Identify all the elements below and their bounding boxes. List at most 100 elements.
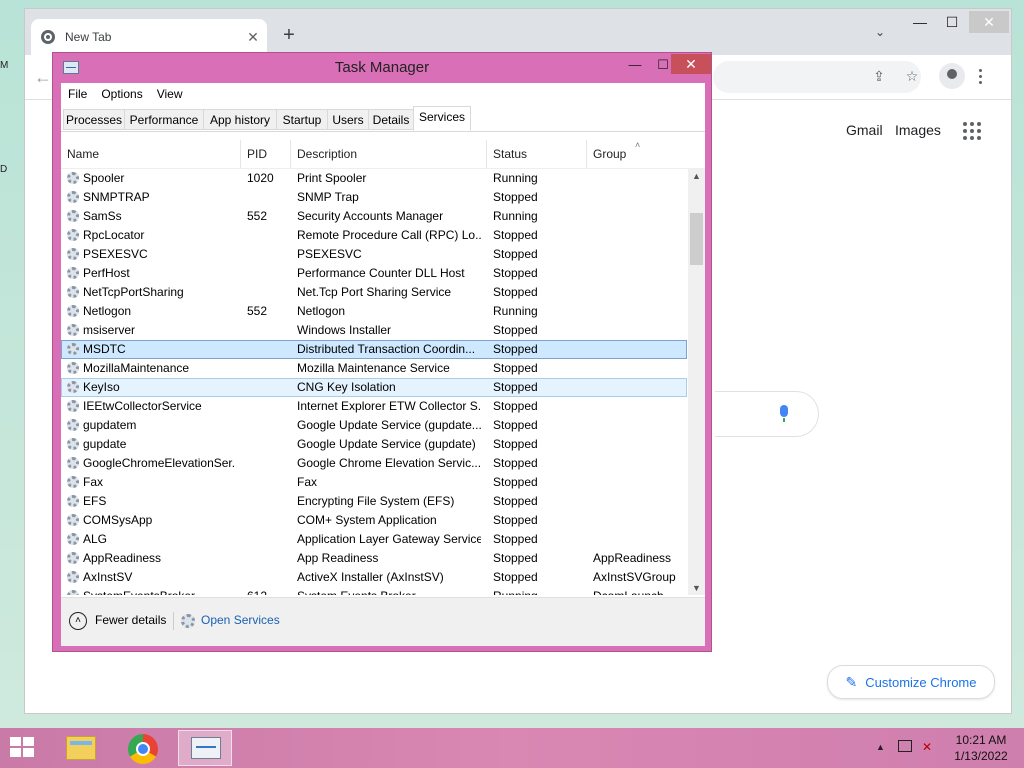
column-pid[interactable]: PID xyxy=(241,140,291,168)
service-name: Spooler xyxy=(83,171,125,185)
tab-details[interactable]: Details xyxy=(368,109,414,130)
service-status: Stopped xyxy=(493,532,538,546)
desktop-icon-label[interactable]: M xyxy=(0,60,10,71)
gmail-link[interactable]: Gmail xyxy=(846,122,883,138)
column-name[interactable]: Name xyxy=(61,140,241,168)
column-status[interactable]: Status xyxy=(487,140,587,168)
tab-users[interactable]: Users xyxy=(327,109,369,130)
menu-options[interactable]: Options xyxy=(94,87,149,101)
service-gear-icon xyxy=(67,571,79,583)
close-button[interactable]: ✕ xyxy=(671,54,711,74)
table-row[interactable]: Netlogon 552 Netlogon Running xyxy=(61,302,687,321)
tab-processes[interactable]: Processes xyxy=(63,109,125,130)
service-status: Running xyxy=(493,587,583,595)
volume-muted-icon[interactable]: ✕ xyxy=(922,740,936,754)
taskbar-file-explorer[interactable] xyxy=(54,730,108,766)
table-row[interactable]: IEEtwCollectorService Internet Explorer E… xyxy=(61,397,687,416)
table-row[interactable]: gupdate Google Update Service (gupdate) St… xyxy=(61,435,687,454)
images-link[interactable]: Images xyxy=(895,122,941,138)
column-description[interactable]: Description xyxy=(291,140,487,168)
chrome-tab-new-tab[interactable]: New Tab ✕ xyxy=(31,19,267,55)
service-description: Encrypting File System (EFS) xyxy=(297,494,455,508)
menu-view[interactable]: View xyxy=(150,87,190,101)
services-list: Spooler 1020 Print Spooler Running SNMPTRAP S… xyxy=(61,169,687,595)
tab-close-icon[interactable]: ✕ xyxy=(243,29,263,46)
table-row[interactable]: PerfHost Performance Counter DLL Host Stop… xyxy=(61,264,687,283)
table-row[interactable]: SNMPTRAP SNMP Trap Stopped xyxy=(61,188,687,207)
service-status: Stopped xyxy=(493,247,538,261)
minimize-button[interactable]: — xyxy=(621,55,649,75)
service-name: Netlogon xyxy=(83,304,132,318)
table-row[interactable]: msiserver Windows Installer Stopped xyxy=(61,321,687,340)
table-row[interactable]: SamSs 552 Security Accounts Manager Running xyxy=(61,207,687,226)
table-row[interactable]: RpcLocator Remote Procedure Call (RPC) Lo… xyxy=(61,226,687,245)
table-row[interactable]: NetTcpPortSharing Net.Tcp Port Sharing Se… xyxy=(61,283,687,302)
chrome-tab-title: New Tab xyxy=(65,30,112,44)
table-row[interactable]: PSEXESVC PSEXESVC Stopped xyxy=(61,245,687,264)
table-row[interactable]: Fax Fax Stopped xyxy=(61,473,687,492)
bookmark-star-icon[interactable]: ☆ xyxy=(901,65,923,87)
service-name: msiserver xyxy=(83,323,136,337)
chrome-close-button[interactable]: ✕ xyxy=(969,11,1009,33)
scroll-down-icon[interactable]: ▼ xyxy=(688,581,705,595)
service-gear-icon xyxy=(67,248,79,260)
google-apps-icon[interactable] xyxy=(963,122,981,140)
windows-start-icon[interactable] xyxy=(10,737,36,759)
service-name: PSEXESVC xyxy=(83,247,148,261)
service-description: PSEXESVC xyxy=(297,247,362,261)
table-row[interactable]: COMSysApp COM+ System Application Stopped xyxy=(61,511,687,530)
service-gear-icon xyxy=(67,172,79,184)
service-name: EFS xyxy=(83,494,107,508)
table-row[interactable]: MozillaMaintenance Mozilla Maintenance Se… xyxy=(61,359,687,378)
profile-avatar-icon[interactable] xyxy=(939,63,965,89)
network-icon[interactable] xyxy=(898,740,912,752)
show-hidden-icons-icon[interactable]: ▲ xyxy=(876,742,885,752)
chrome-menu-icon[interactable] xyxy=(977,67,983,87)
table-row[interactable]: MSDTC Distributed Transaction Coordin... S… xyxy=(61,340,687,359)
folder-icon xyxy=(66,736,96,760)
tab-performance[interactable]: Performance xyxy=(124,109,204,130)
desktop-icon-label[interactable]: D xyxy=(0,164,10,175)
table-row[interactable]: SystemEventsBroker 612 System Events Broke… xyxy=(61,587,687,595)
chevron-up-icon[interactable]: ˄ xyxy=(69,612,87,630)
service-description: Print Spooler xyxy=(297,171,367,185)
fewer-details-button[interactable]: Fewer details xyxy=(95,613,166,627)
open-services-link[interactable]: Open Services xyxy=(201,613,280,627)
table-row[interactable]: GoogleChromeElevationSer... Google Chrome… xyxy=(61,454,687,473)
table-row[interactable]: AxInstSV ActiveX Installer (AxInstSV) Stop… xyxy=(61,568,687,587)
system-clock[interactable]: 10:21 AM 1/13/2022 xyxy=(946,732,1016,764)
taskbar-task-manager[interactable] xyxy=(178,730,232,766)
share-icon[interactable]: ⇪ xyxy=(868,65,890,87)
tab-startup[interactable]: Startup xyxy=(276,109,328,130)
service-name: COMSysApp xyxy=(83,513,153,527)
table-row[interactable]: gupdatem Google Update Service (gupdate..… xyxy=(61,416,687,435)
new-tab-button[interactable]: + xyxy=(277,23,301,47)
task-manager-titlebar[interactable]: Task Manager — ☐ ✕ xyxy=(53,53,711,83)
service-description: SNMP Trap xyxy=(297,190,359,204)
table-row[interactable]: ALG Application Layer Gateway Service Stop… xyxy=(61,530,687,549)
tab-app-history[interactable]: App history xyxy=(203,109,277,130)
service-status: Stopped xyxy=(493,190,538,204)
service-name: NetTcpPortSharing xyxy=(83,285,184,299)
chrome-maximize-button[interactable]: ☐ xyxy=(937,11,967,33)
table-row[interactable]: KeyIso CNG Key Isolation Stopped xyxy=(61,378,687,397)
service-status: Stopped xyxy=(493,228,538,242)
google-search-box[interactable] xyxy=(715,391,819,437)
scroll-up-icon[interactable]: ▲ xyxy=(688,169,705,183)
microphone-icon[interactable] xyxy=(779,405,789,423)
taskbar-chrome[interactable] xyxy=(116,730,170,766)
table-row[interactable]: AppReadiness App Readiness Stopped AppReadi… xyxy=(61,549,687,568)
vertical-scrollbar[interactable]: ▲ ▼ xyxy=(688,169,705,595)
tab-services[interactable]: Services xyxy=(413,106,471,131)
scrollbar-thumb[interactable] xyxy=(690,213,703,265)
table-row[interactable]: EFS Encrypting File System (EFS) Stopped xyxy=(61,492,687,511)
chrome-minimize-button[interactable]: — xyxy=(905,11,935,33)
tab-search-chevron-icon[interactable]: ⌄ xyxy=(875,25,885,39)
service-name: ALG xyxy=(83,532,108,546)
service-name: gupdatem xyxy=(83,418,137,432)
customize-chrome-button[interactable]: ✎ Customize Chrome xyxy=(827,665,995,699)
column-header-row: Name PID Description Status Group ˄ xyxy=(61,140,705,169)
service-status: Stopped xyxy=(493,361,538,375)
table-row[interactable]: Spooler 1020 Print Spooler Running xyxy=(61,169,687,188)
menu-file[interactable]: File xyxy=(61,87,94,101)
